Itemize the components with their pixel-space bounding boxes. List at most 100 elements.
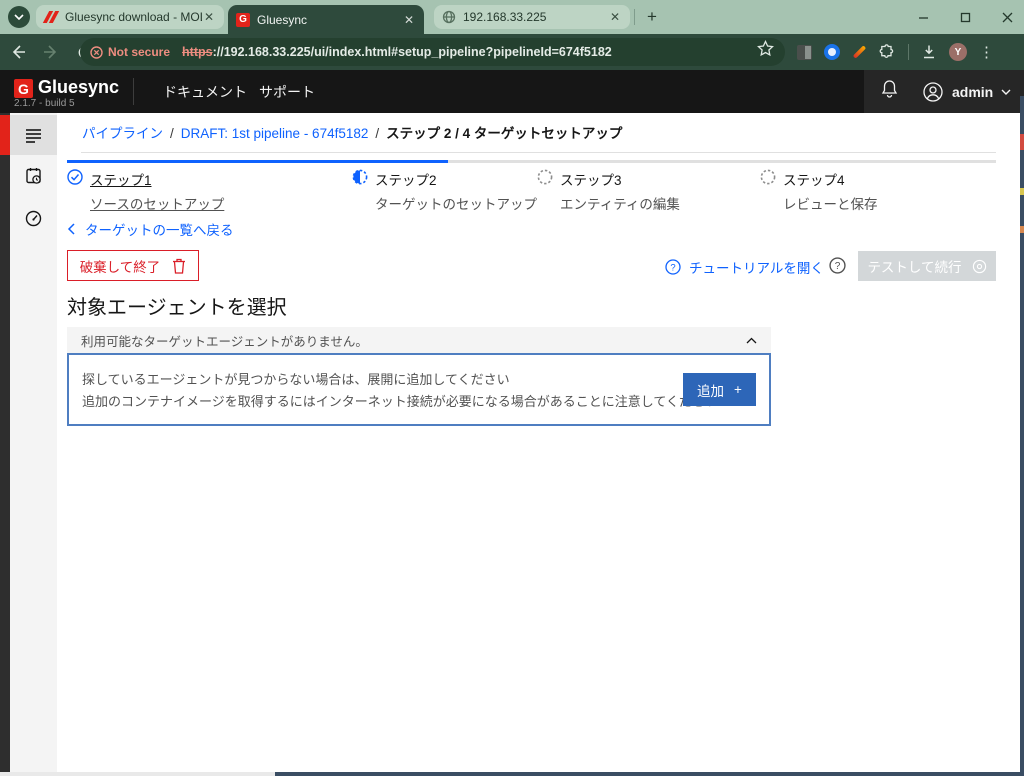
maximize-icon bbox=[960, 12, 971, 23]
step-sublabel[interactable]: ソースのセットアップ bbox=[90, 193, 224, 213]
extensions-puzzle-icon[interactable] bbox=[879, 44, 896, 61]
toolbar-separator bbox=[908, 44, 909, 60]
add-agent-button[interactable]: 追加 + bbox=[683, 373, 756, 406]
bookmark-star-button[interactable] bbox=[757, 40, 774, 62]
profile-avatar[interactable]: Y bbox=[949, 43, 967, 61]
nav-support[interactable]: サポート bbox=[259, 70, 315, 113]
notice-line-2: 追加のコンテナイメージを取得するにはインターネット接続が必要になる場合があること… bbox=[82, 391, 718, 410]
security-label: Not secure bbox=[108, 45, 170, 59]
window-minimize-button[interactable] bbox=[902, 0, 944, 34]
browser-toolbar: Not secure https://192.168.33.225/ui/ind… bbox=[0, 34, 1024, 70]
not-secure-icon bbox=[90, 46, 103, 59]
brand-name: Gluesync bbox=[38, 77, 119, 98]
tab-close-icon[interactable]: ✕ bbox=[202, 10, 216, 24]
add-agent-panel: 探しているエージェントが見つからない場合は、展開に追加してください 追加のコンテ… bbox=[67, 353, 771, 426]
notifications-button[interactable] bbox=[880, 79, 899, 104]
chevron-down-icon bbox=[14, 14, 24, 20]
browser-tab[interactable]: Gluesync download - MOLO17 ✕ bbox=[36, 5, 224, 29]
gluesync-favicon: G bbox=[236, 13, 250, 27]
horizontal-scrollbar[interactable] bbox=[0, 772, 1024, 776]
forward-icon bbox=[43, 44, 59, 60]
back-to-targets-link[interactable]: ターゲットの一覧へ戻る bbox=[67, 219, 234, 239]
browser-menu-button[interactable]: ⋮ bbox=[979, 43, 994, 61]
discard-label: 破棄して終了 bbox=[80, 256, 161, 276]
extension-icon[interactable] bbox=[797, 45, 812, 60]
forward-button[interactable] bbox=[36, 38, 66, 66]
browser-window: Gluesync download - MOLO17 ✕ G Gluesync … bbox=[0, 0, 1024, 776]
browser-tab-active[interactable]: G Gluesync ✕ bbox=[228, 5, 424, 34]
sidebar-item-dashboard[interactable] bbox=[10, 198, 57, 238]
step-sublabel: エンティティの編集 bbox=[560, 193, 680, 213]
sidebar-item-tasks[interactable] bbox=[10, 156, 57, 196]
breadcrumb-pipeline-link[interactable]: DRAFT: 1st pipeline - 674f5182 bbox=[181, 126, 369, 141]
app-header: G Gluesync 2.1.7 - build 5 ドキュメント サポート a… bbox=[0, 70, 1024, 113]
downloads-icon[interactable] bbox=[921, 44, 937, 60]
step-3: ステップ3 エンティティの編集 bbox=[537, 169, 680, 213]
breadcrumb-separator: / bbox=[170, 126, 174, 141]
page-title: 対象エージェントを選択 bbox=[67, 291, 287, 320]
url-rest: ://192.168.33.225/ui/index.html#setup_pi… bbox=[213, 45, 612, 59]
tutorial-label: チュートリアルを開く bbox=[689, 257, 824, 277]
progress-fill bbox=[67, 160, 448, 163]
horizontal-scrollbar-thumb[interactable] bbox=[275, 772, 1024, 776]
username-label: admin bbox=[952, 84, 993, 100]
window-maximize-button[interactable] bbox=[944, 0, 986, 34]
test-and-continue-button[interactable]: テストして続行 bbox=[858, 251, 996, 281]
pen-extension-icon[interactable] bbox=[853, 45, 866, 58]
chevron-down-icon bbox=[1001, 89, 1011, 95]
bell-icon bbox=[880, 79, 899, 99]
minimize-icon bbox=[918, 12, 929, 23]
step-1[interactable]: ステップ1 ソースのセットアップ bbox=[67, 169, 224, 213]
url-scheme: https bbox=[182, 45, 213, 59]
tab-close-icon[interactable]: ✕ bbox=[402, 13, 416, 27]
step-2: ステップ2ターゲットのセットアップ bbox=[352, 169, 537, 213]
extension-icon[interactable] bbox=[824, 44, 840, 60]
section-divider bbox=[81, 152, 996, 153]
breadcrumb-separator: / bbox=[375, 126, 379, 141]
nav-documents[interactable]: ドキュメント bbox=[163, 70, 247, 113]
target-icon bbox=[972, 259, 987, 274]
step-label: ステップ4 bbox=[783, 169, 878, 189]
globe-icon bbox=[442, 10, 456, 24]
user-menu[interactable]: admin bbox=[922, 81, 1011, 103]
help-button[interactable]: ? bbox=[829, 257, 846, 279]
step-label: ステップ2 bbox=[375, 169, 537, 189]
sidebar-rail bbox=[0, 113, 10, 776]
window-right-edge bbox=[1020, 96, 1024, 776]
open-tutorial-link[interactable]: ? チュートリアルを開く bbox=[665, 257, 824, 277]
browser-tab[interactable]: 192.168.33.225 ✕ bbox=[434, 5, 630, 29]
back-button[interactable] bbox=[3, 38, 33, 66]
gluesync-logo-icon: G bbox=[14, 79, 33, 98]
page-body: パイプライン / DRAFT: 1st pipeline - 674f5182 / ステ… bbox=[0, 113, 1024, 776]
address-bar[interactable]: Not secure https://192.168.33.225/ui/ind… bbox=[80, 38, 785, 66]
close-icon bbox=[1002, 12, 1013, 23]
discard-and-exit-button[interactable]: 破棄して終了 bbox=[67, 250, 199, 281]
test-button-label: テストして続行 bbox=[867, 256, 961, 276]
trash-icon bbox=[172, 258, 186, 274]
window-close-button[interactable] bbox=[986, 0, 1024, 34]
step-4: ステップ4レビューと保存 bbox=[760, 169, 878, 213]
user-icon bbox=[922, 81, 944, 103]
version-label: 2.1.7 - build 5 bbox=[14, 98, 75, 109]
back-icon bbox=[10, 44, 26, 60]
chevron-left-icon bbox=[67, 223, 75, 235]
breadcrumb-current: ステップ 2 / 4 ターゲットセットアップ bbox=[386, 126, 622, 141]
molo17-icon bbox=[44, 10, 58, 24]
step-label[interactable]: ステップ1 bbox=[90, 169, 224, 189]
pipeline-list-icon bbox=[25, 128, 42, 143]
sidebar-item-pipelines[interactable] bbox=[10, 115, 57, 155]
agents-accordion-header[interactable]: 利用可能なターゲットエージェントがありません。 bbox=[67, 327, 771, 353]
step-current-icon bbox=[352, 169, 368, 185]
plus-icon: + bbox=[734, 382, 742, 397]
new-tab-button[interactable]: + bbox=[641, 6, 663, 28]
chevron-up-icon[interactable] bbox=[746, 337, 757, 344]
breadcrumb-pipelines-link[interactable]: パイプライン bbox=[82, 126, 163, 141]
app-sidebar bbox=[10, 113, 57, 772]
tab-search-button[interactable] bbox=[8, 6, 30, 28]
star-icon bbox=[757, 40, 774, 57]
tab-close-icon[interactable]: ✕ bbox=[608, 10, 622, 24]
header-right-section: admin bbox=[864, 70, 1024, 113]
step-label: ステップ3 bbox=[560, 169, 680, 189]
security-chip[interactable]: Not secure bbox=[90, 45, 170, 59]
header-divider bbox=[133, 78, 134, 105]
